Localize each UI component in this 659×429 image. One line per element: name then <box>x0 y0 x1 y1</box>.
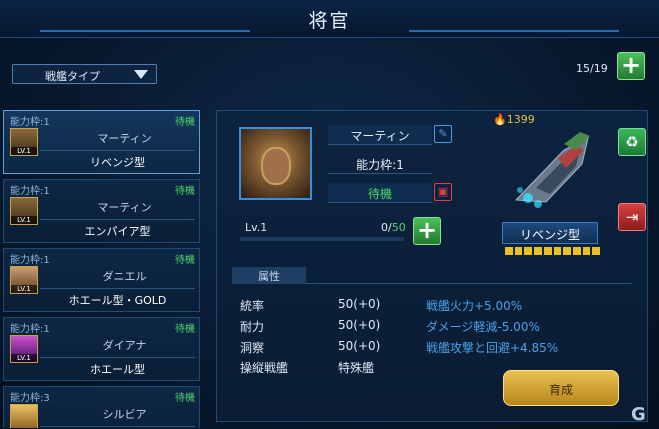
officer-name: ダイアナ <box>102 339 147 352</box>
officer-slot: 能力枠:1 <box>10 255 50 266</box>
train-button[interactable]: 育成 <box>503 370 619 406</box>
gold-amount: 🔥1399 <box>493 113 535 126</box>
officer-slot: 能力枠:1 <box>10 117 50 128</box>
attribute-row: 統率 50(+0) <box>240 297 380 314</box>
attribute-label: 耐力 <box>240 320 265 334</box>
attribute-row: 耐力 50(+0) <box>240 318 380 335</box>
officer-card[interactable]: 能力枠:1 待機 LV.1 マーティン リベンジ型 <box>3 110 200 174</box>
detail-name: マーティン <box>328 125 432 145</box>
bonus-text: 戦艦攻撃と回避+4.85% <box>426 341 559 355</box>
exp-max: 50 <box>391 221 406 234</box>
officer-portrait-large <box>239 127 312 200</box>
officer-ship-type: エンパイア型 <box>40 219 195 239</box>
chevron-down-icon <box>134 70 148 79</box>
officer-portrait: LV.1 <box>10 197 38 225</box>
officer-status: 待機 <box>175 186 195 197</box>
page-title: 将官 <box>308 10 351 32</box>
officer-name: ダニエル <box>102 270 147 283</box>
watermark-logo: G <box>631 404 646 425</box>
officer-slot: 能力枠:1 <box>10 186 50 197</box>
officer-card[interactable]: 能力枠:1 待機 LV.1 マーティン エンパイア型 <box>3 179 200 243</box>
officer-card[interactable]: 能力枠:1 待機 LV.1 ダイアナ ホエール型 <box>3 317 200 381</box>
officer-name: シルビア <box>102 408 147 421</box>
officer-status: 待機 <box>175 255 195 266</box>
officer-status: 待機 <box>175 393 195 404</box>
officer-list[interactable]: 能力枠:1 待機 LV.1 マーティン リベンジ型 能力枠:1 待機 LV.1 … <box>3 110 200 428</box>
bonus-text: ダメージ軽減-5.00% <box>426 320 540 334</box>
officer-card[interactable]: 能力枠:3 待機 シルビア <box>3 386 200 428</box>
officer-portrait <box>10 404 38 428</box>
exp-current: 0 <box>381 221 388 234</box>
attribute-row: 洞察 50(+0) <box>240 339 380 356</box>
officer-portrait: LV.1 <box>10 335 38 363</box>
dropdown-label: 戦艦タイプ <box>45 70 100 83</box>
attribute-label: 操縦戦艦 <box>240 361 289 375</box>
officer-name: マーティン <box>97 201 152 214</box>
recycle-icon: ♻ <box>625 133 639 151</box>
officer-slot: 能力枠:3 <box>10 393 50 404</box>
detail-level: Lv.1 <box>245 221 268 234</box>
detail-status: 待機 <box>328 183 432 203</box>
attributes-tab[interactable]: 属性 <box>232 267 306 284</box>
officer-status: 待機 <box>175 117 195 128</box>
officer-ship-type: リベンジ型 <box>40 150 195 170</box>
plus-icon: + <box>620 51 642 79</box>
officer-slot: 能力枠:1 <box>10 324 50 335</box>
officer-name: マーティン <box>97 132 152 145</box>
title-decoration-right <box>409 30 619 32</box>
officer-count: 15/19 <box>576 62 608 75</box>
ship-type-label: リベンジ型 <box>502 222 598 244</box>
officer-portrait: LV.1 <box>10 266 38 294</box>
battleship-image <box>514 132 590 208</box>
title-bar: 将官 <box>0 0 659 38</box>
officer-level: LV.1 <box>11 354 37 362</box>
officer-ship-type <box>40 426 195 428</box>
ship-rank-stars <box>505 247 601 255</box>
plus-icon: + <box>416 216 438 244</box>
officer-portrait: LV.1 <box>10 128 38 156</box>
edit-name-button[interactable]: ✎ <box>434 125 452 143</box>
officer-card[interactable]: 能力枠:1 待機 LV.1 ダニエル ホエール型・GOLD <box>3 248 200 312</box>
attribute-label: 統率 <box>240 299 265 313</box>
attribute-value: 50(+0) <box>338 297 381 311</box>
detail-slot: 能力枠:1 <box>328 154 432 174</box>
attributes-divider <box>306 283 632 284</box>
attribute-value: 特殊艦 <box>338 361 375 375</box>
bonus-text: 戦艦火力+5.00% <box>426 299 523 313</box>
officer-face <box>261 147 291 185</box>
exp-bar <box>240 237 404 241</box>
attribute-label: 洞察 <box>240 341 265 355</box>
trash-icon: ▣ <box>437 185 449 198</box>
exit-button[interactable]: ⇥ <box>618 203 646 231</box>
officer-ship-type: ホエール型 <box>40 357 195 377</box>
pencil-icon: ✎ <box>438 127 448 140</box>
attribute-row: 操縦戦艦 特殊艦 <box>240 359 374 376</box>
officer-ship-type: ホエール型・GOLD <box>40 288 195 308</box>
officer-status: 待機 <box>175 324 195 335</box>
dismiss-button[interactable]: ▣ <box>434 183 452 201</box>
ship-type-dropdown[interactable]: 戦艦タイプ <box>12 64 157 84</box>
officer-level: LV.1 <box>11 285 37 293</box>
attribute-value: 50(+0) <box>338 339 381 353</box>
level-up-button[interactable]: + <box>413 217 441 245</box>
officer-level: LV.1 <box>11 147 37 155</box>
flame-icon: 🔥 <box>493 113 507 126</box>
gold-value: 1399 <box>506 113 535 126</box>
attribute-value: 50(+0) <box>338 318 381 332</box>
exit-icon: ⇥ <box>625 208 639 226</box>
recycle-button[interactable]: ♻ <box>618 128 646 156</box>
exp-readout: 0/50 <box>381 221 406 234</box>
officer-level: LV.1 <box>11 216 37 224</box>
add-officer-button[interactable]: + <box>617 52 645 80</box>
